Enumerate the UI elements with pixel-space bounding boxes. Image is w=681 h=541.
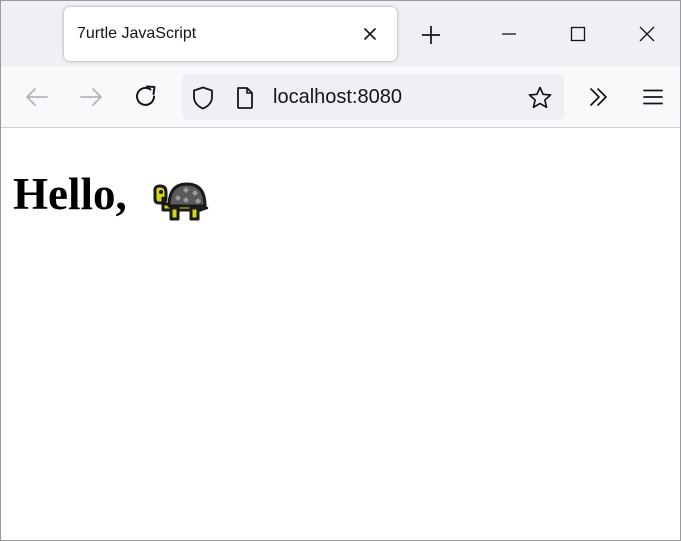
navigation-toolbar: localhost:8080 [1,67,680,128]
tab-strip: 7urtle JavaScript [1,1,680,67]
tab-title: 7urtle JavaScript [77,25,197,42]
address-bar[interactable]: localhost:8080 [182,74,564,120]
tab-active[interactable]: 7urtle JavaScript [64,7,397,61]
close-window-icon[interactable] [632,19,662,49]
address-text[interactable]: localhost:8080 [273,86,402,109]
minimize-icon[interactable] [494,19,524,49]
close-icon[interactable] [360,24,380,44]
chevrons-right-icon[interactable] [585,83,613,111]
maximize-icon[interactable] [563,19,593,49]
arrow-right-icon[interactable] [77,83,105,111]
arrow-left-icon[interactable] [23,83,51,111]
hamburger-menu-icon[interactable] [639,83,667,111]
page-content: Hello, [1,128,680,540]
turtle-emoji [151,178,209,224]
reload-icon[interactable] [132,83,160,111]
page-heading: Hello, [13,169,127,219]
browser-window: 7urtle JavaScript localhost:8080 Hello, [0,0,681,541]
page-icon[interactable] [232,85,258,111]
new-tab-button[interactable] [417,21,445,49]
star-icon[interactable] [527,85,553,111]
shield-icon[interactable] [190,85,216,111]
